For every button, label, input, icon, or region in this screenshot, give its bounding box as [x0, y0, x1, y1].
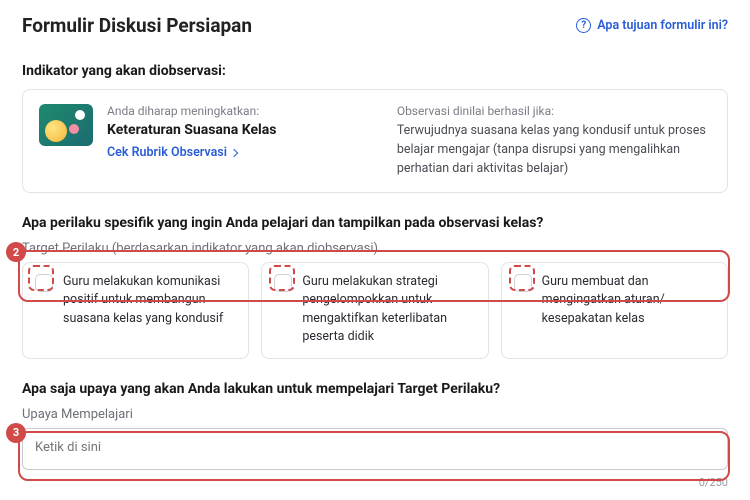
char-count: 0/250 [22, 476, 728, 489]
behavior-option-text: Guru membuat dan mengingatkan aturan/ ke… [542, 273, 715, 327]
behavior-option[interactable]: Guru melakukan strategi pengelompokkan u… [261, 262, 488, 359]
effort-question: Apa saja upaya yang akan Anda lakukan un… [22, 381, 728, 397]
help-link[interactable]: ? Apa tujuan formulir ini? [576, 18, 728, 33]
rubric-link[interactable]: Cek Rubrik Observasi [107, 145, 237, 160]
behavior-options: Guru melakukan komunikasi positif untuk … [22, 262, 728, 359]
checkbox[interactable] [35, 274, 53, 292]
rubric-link-label: Cek Rubrik Observasi [107, 145, 227, 160]
indicator-card: Anda diharap meningkatkan: Keteraturan S… [22, 89, 728, 193]
behavior-option[interactable]: Guru melakukan komunikasi positif untuk … [22, 262, 249, 359]
behavior-option-text: Guru melakukan strategi pengelompokkan u… [302, 273, 475, 346]
indicator-section-title: Indikator yang akan diobservasi: [22, 63, 728, 79]
effort-field-label: Upaya Mempelajari [22, 407, 728, 422]
behavior-field-label: Target Perilaku (berdasarkan indikator y… [22, 241, 728, 256]
checkbox[interactable] [514, 274, 532, 292]
page-title: Formulir Diskusi Persiapan [22, 14, 252, 37]
behavior-option[interactable]: Guru membuat dan mengingatkan aturan/ ke… [501, 262, 728, 359]
indicator-illustration-icon [39, 104, 93, 146]
effort-textarea[interactable] [22, 428, 728, 470]
behavior-option-text: Guru melakukan komunikasi positif untuk … [63, 273, 236, 327]
chevron-right-icon [230, 148, 238, 156]
help-link-label: Apa tujuan formulir ini? [597, 18, 728, 33]
annotation-badge: 3 [6, 423, 26, 443]
success-meta: Observasi dinilai berhasil jika: [397, 104, 711, 118]
indicator-meta: Anda diharap meningkatkan: [107, 104, 369, 118]
help-icon: ? [576, 18, 591, 33]
annotation-badge: 2 [6, 242, 26, 262]
indicator-heading: Keteraturan Suasana Kelas [107, 122, 369, 138]
checkbox[interactable] [274, 274, 292, 292]
success-desc: Terwujudnya suasana kelas yang kondusif … [397, 122, 711, 178]
behavior-question: Apa perilaku spesifik yang ingin Anda pe… [22, 215, 728, 231]
